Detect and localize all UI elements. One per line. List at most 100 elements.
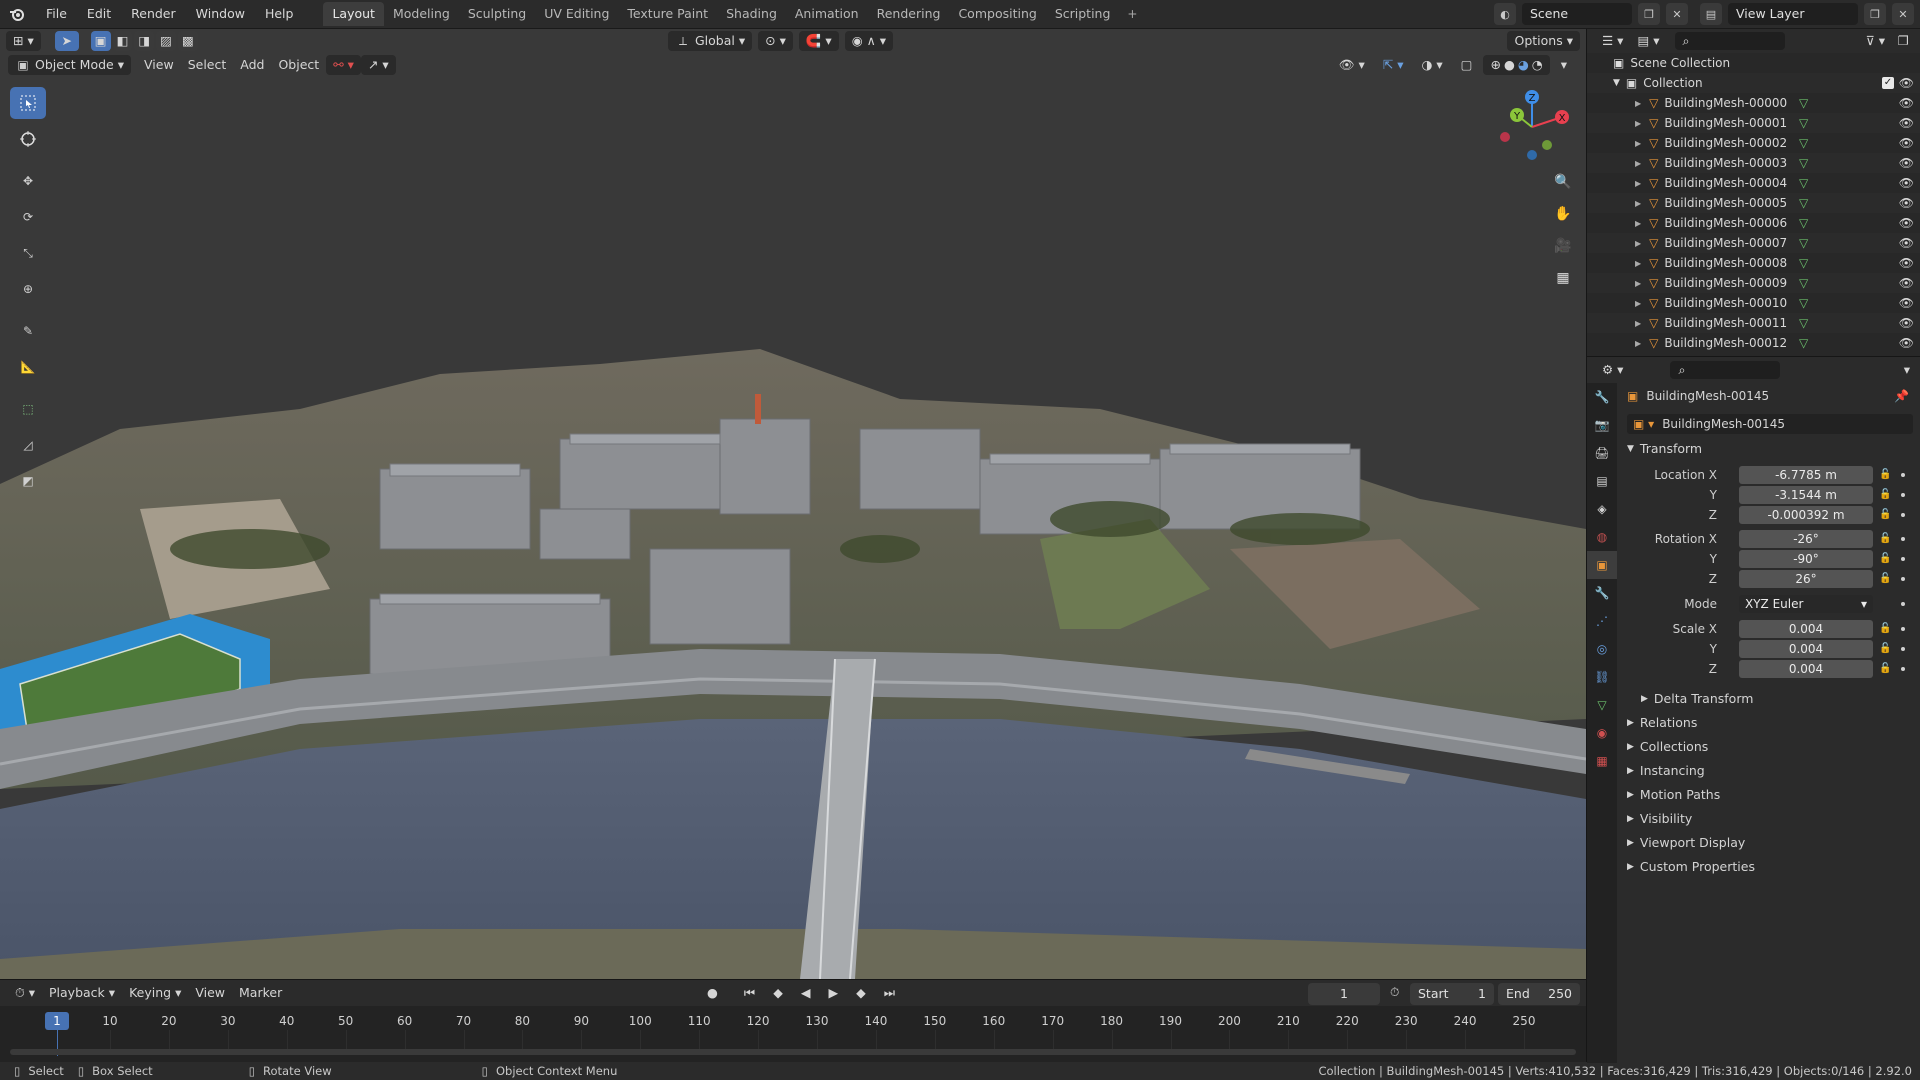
- mesh-data-icon[interactable]: ▽: [1799, 156, 1808, 170]
- menu-file[interactable]: File: [36, 2, 77, 26]
- cursor-tool-icon[interactable]: [10, 123, 46, 155]
- panel-header[interactable]: ▶ Relations: [1627, 715, 1697, 730]
- pin-icon[interactable]: 📌: [1894, 389, 1909, 403]
- expand-arrow-icon[interactable]: ▶: [1635, 179, 1641, 188]
- keyframe-dot-icon[interactable]: [1901, 602, 1905, 606]
- visibility-eye-icon[interactable]: 👁: [1899, 96, 1914, 110]
- select-new-icon[interactable]: ▣: [90, 31, 111, 51]
- expand-arrow-icon[interactable]: ▶: [1635, 299, 1641, 308]
- object-datablock-field[interactable]: ▣ ▾ BuildingMesh-00145: [1627, 414, 1913, 434]
- viewport-menu-view[interactable]: View: [137, 55, 181, 75]
- keyframe-dot-icon[interactable]: [1901, 557, 1905, 561]
- annotate-tool-icon[interactable]: ✎: [10, 315, 46, 347]
- transform-panel-header[interactable]: ▼ Transform: [1627, 441, 1702, 456]
- keyframe-dot-icon[interactable]: [1901, 493, 1905, 497]
- expand-arrow-icon[interactable]: ▶: [1635, 99, 1641, 108]
- play-reverse-icon[interactable]: ◀: [794, 983, 818, 1003]
- transform-tool-icon[interactable]: ⊕: [10, 273, 46, 305]
- expand-arrow-icon[interactable]: ▶: [1635, 319, 1641, 328]
- viewport-menu-select[interactable]: Select: [181, 55, 234, 75]
- visibility-eye-icon[interactable]: 👁: [1899, 116, 1914, 130]
- rendered-shading-icon[interactable]: ◔: [1532, 55, 1543, 75]
- particles-tab-icon[interactable]: ⋰: [1587, 607, 1617, 635]
- mesh-data-icon[interactable]: ▽: [1799, 216, 1808, 230]
- scene-type-icon[interactable]: ◐: [1494, 3, 1516, 25]
- outliner-item[interactable]: ▶ ▽ BuildingMesh-00001 ▽ 👁: [1587, 113, 1920, 133]
- outliner-item[interactable]: ▶ ▽ BuildingMesh-00002 ▽ 👁: [1587, 133, 1920, 153]
- tab-rendering[interactable]: Rendering: [868, 2, 950, 26]
- tab-sculpting[interactable]: Sculpting: [459, 2, 535, 26]
- lock-icon[interactable]: 🔓: [1879, 469, 1891, 481]
- solid-shading-icon[interactable]: ●: [1504, 55, 1515, 75]
- outliner-item[interactable]: ▶ ▽ BuildingMesh-00006 ▽ 👁: [1587, 213, 1920, 233]
- viewport-menu-add[interactable]: Add: [233, 55, 271, 75]
- mesh-data-icon[interactable]: ▽: [1799, 136, 1808, 150]
- panel-header[interactable]: ▶ Visibility: [1627, 811, 1692, 826]
- rotation-y-field[interactable]: -90°: [1739, 550, 1873, 568]
- visibility-eye-icon[interactable]: 👁: [1899, 276, 1914, 290]
- expand-arrow-icon[interactable]: ▶: [1635, 279, 1641, 288]
- outliner-item[interactable]: ▶ ▽ BuildingMesh-00000 ▽ 👁: [1587, 93, 1920, 113]
- next-keyframe-icon[interactable]: ◆: [849, 983, 873, 1003]
- visibility-eye-icon[interactable]: 👁: [1899, 216, 1914, 230]
- editor-type-icon[interactable]: ⊞ ▾: [6, 31, 41, 51]
- object-mode-dropdown[interactable]: ▣ Object Mode ▾: [8, 55, 132, 75]
- render-tab-icon[interactable]: 📷: [1587, 411, 1617, 439]
- tab-modeling[interactable]: Modeling: [384, 2, 459, 26]
- properties-options-icon[interactable]: ▾: [1897, 360, 1917, 380]
- transform-affect-icon[interactable]: ⚯ ▾: [326, 55, 361, 75]
- prev-keyframe-icon[interactable]: ◆: [766, 983, 790, 1003]
- scale-x-field[interactable]: 0.004: [1739, 620, 1873, 638]
- outliner-item[interactable]: ▶ ▽ BuildingMesh-00011 ▽ 👁: [1587, 313, 1920, 333]
- scale-y-field[interactable]: 0.004: [1739, 640, 1873, 658]
- keyframe-dot-icon[interactable]: [1901, 647, 1905, 651]
- outliner-item[interactable]: ▶ ▽ BuildingMesh-00003 ▽ 👁: [1587, 153, 1920, 173]
- expand-arrow-icon[interactable]: ▶: [1635, 239, 1641, 248]
- lock-icon[interactable]: 🔓: [1879, 573, 1891, 585]
- scene-tab-icon[interactable]: ◈: [1587, 495, 1617, 523]
- tab-scripting[interactable]: Scripting: [1046, 2, 1120, 26]
- move-tool-icon[interactable]: ✥: [10, 165, 46, 197]
- object-tab-icon[interactable]: ▣: [1587, 551, 1617, 579]
- exclude-checkbox[interactable]: ✓: [1882, 77, 1894, 89]
- mesh-data-icon[interactable]: ▽: [1799, 96, 1808, 110]
- shear-tool-icon[interactable]: ◿: [10, 429, 46, 461]
- expand-arrow-icon[interactable]: ▶: [1635, 199, 1641, 208]
- timeline-ruler[interactable]: 1 10 20 30 40 50 60 70 80 90 100 110 120 130 140 150 160…: [0, 1010, 1586, 1052]
- keyframe-dot-icon[interactable]: [1901, 627, 1905, 631]
- tab-uv-editing[interactable]: UV Editing: [535, 2, 618, 26]
- add-cube-tool-icon[interactable]: ⬚: [10, 393, 46, 425]
- texture-tab-icon[interactable]: ▦: [1587, 747, 1617, 775]
- mesh-data-icon[interactable]: ▽: [1799, 336, 1808, 350]
- tab-texture-paint[interactable]: Texture Paint: [618, 2, 717, 26]
- outliner-item[interactable]: ▶ ▽ BuildingMesh-00004 ▽ 👁: [1587, 173, 1920, 193]
- view-layer-tab-icon[interactable]: ▤: [1587, 467, 1617, 495]
- panel-header[interactable]: ▶ Viewport Display: [1627, 835, 1745, 850]
- rotation-mode-dropdown[interactable]: XYZ Euler ▾: [1739, 595, 1873, 613]
- view-layer-field[interactable]: View Layer: [1728, 3, 1858, 25]
- current-frame-field[interactable]: 1: [1308, 983, 1380, 1005]
- visibility-eye-icon[interactable]: 👁: [1899, 236, 1914, 250]
- scale-z-field[interactable]: 0.004: [1739, 660, 1873, 678]
- timeline-editor-type-icon[interactable]: ⏱ ▾: [8, 983, 42, 1003]
- extrude-tool-icon[interactable]: ◩: [10, 465, 46, 497]
- zoom-icon[interactable]: 🔍: [1550, 169, 1576, 195]
- physics-tab-icon[interactable]: ◎: [1587, 635, 1617, 663]
- 3d-viewport[interactable]: ⊞ ▾ ➤ ▣ ◧ ◨ ▨ ▩ ⟂ Global ▾ ⊙ ▾ 🧲 ▾ ◉ ∧ ▾ …: [0, 29, 1586, 979]
- expand-arrow-icon[interactable]: ▼: [1613, 78, 1620, 88]
- timeline-view-menu[interactable]: View: [188, 983, 232, 1003]
- overlay-icon[interactable]: ◑ ▾: [1415, 55, 1450, 75]
- marker-menu[interactable]: Marker: [232, 983, 289, 1003]
- panel-header[interactable]: ▶ Custom Properties: [1627, 859, 1755, 874]
- lock-icon[interactable]: 🔓: [1879, 643, 1891, 655]
- location-z-field[interactable]: -0.000392 m: [1739, 506, 1873, 524]
- visibility-eye-icon[interactable]: 👁: [1899, 296, 1914, 310]
- mesh-data-icon[interactable]: ▽: [1799, 256, 1808, 270]
- keyframe-dot-icon[interactable]: [1901, 667, 1905, 671]
- visibility-eye-icon[interactable]: 👁: [1899, 136, 1914, 150]
- pivot-dropdown[interactable]: ⊙ ▾: [758, 31, 793, 51]
- menu-window[interactable]: Window: [186, 2, 255, 26]
- menu-help[interactable]: Help: [255, 2, 304, 26]
- properties-editor-type-icon[interactable]: ⚙ ▾: [1595, 360, 1630, 380]
- delete-view-layer-icon[interactable]: ✕: [1892, 3, 1914, 25]
